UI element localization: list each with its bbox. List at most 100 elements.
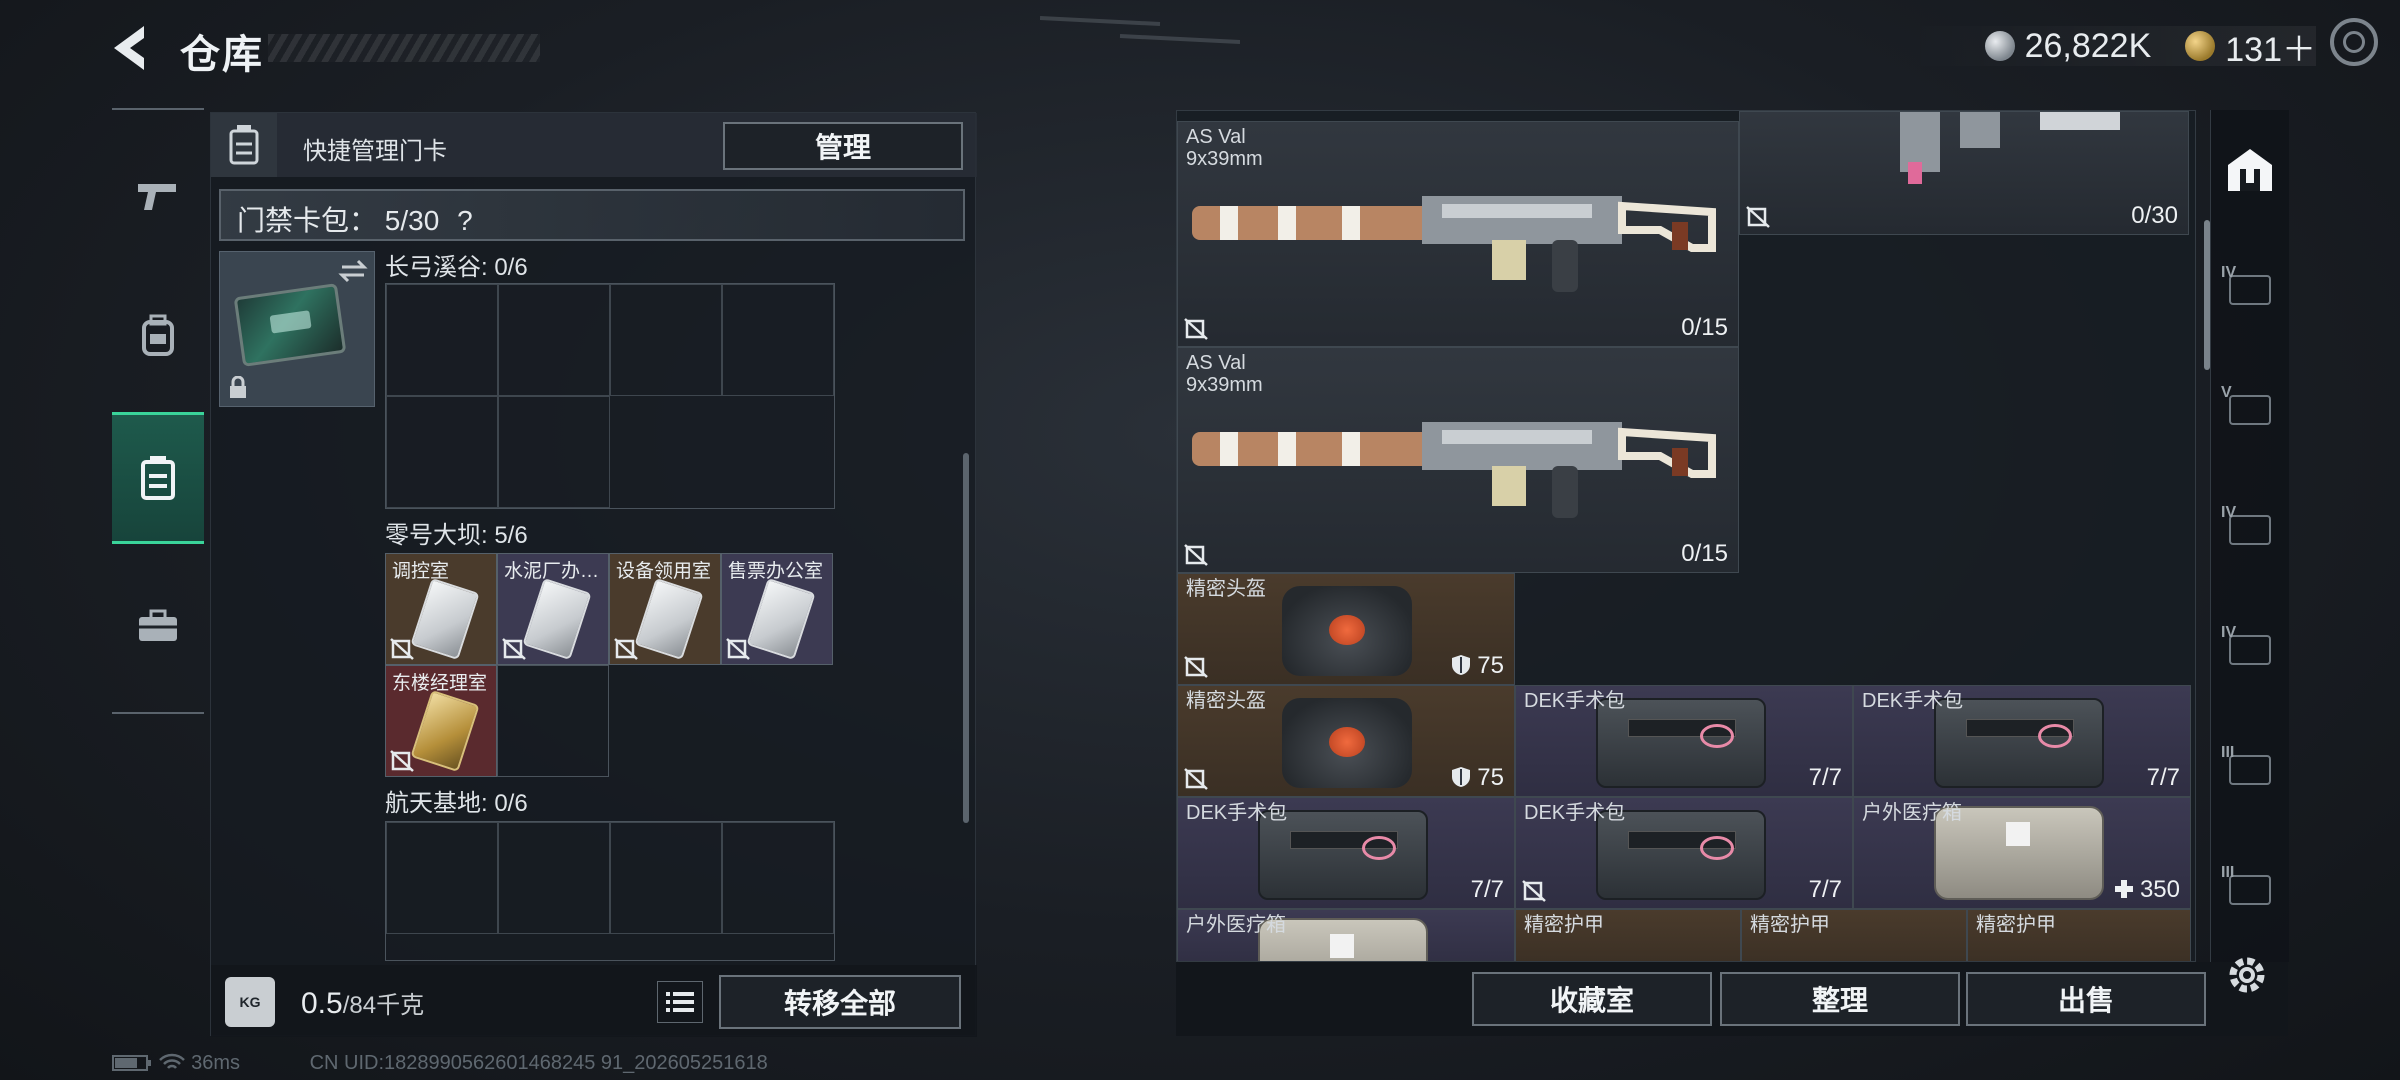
tier-label: IV [2221,264,2237,281]
item-name: 户外医疗箱 [1862,802,1962,824]
swap-icon[interactable] [338,258,368,284]
empty-cell[interactable] [610,284,722,396]
tab-storage-ext[interactable]: IV [2211,240,2289,340]
storage-box-icon [2229,395,2271,425]
manage-button[interactable]: 管理 [723,122,963,170]
title-decoration [268,34,540,62]
tab-storage-ext[interactable]: III [2211,840,2289,940]
no-sell-icon [390,750,414,772]
item-uses: 7/7 [1470,876,1504,903]
as-val-rifle-image [1192,196,1716,292]
toolbox-icon [139,609,177,641]
keycard-holder-icon [229,125,259,165]
tab-equipment[interactable] [112,270,204,402]
inventory-item-dek-surgery-kit[interactable]: DEK手术包 7/7 [1515,797,1853,909]
silver-amount: 26,822K [2024,26,2152,65]
keycard-image [233,283,347,367]
sell-button[interactable]: 出售 [1966,972,2206,1026]
keycard-scrollbar[interactable] [963,453,969,823]
keycard-tile[interactable]: 售票办公室 [721,553,833,665]
silver-coin-icon [1984,31,2015,61]
gear-icon[interactable] [2222,950,2272,1000]
tier-label: V [2221,384,2232,401]
inventory-item-weapon-partial[interactable]: 0/30 [1739,111,2189,235]
currency-bar: 26,822K 131＋ [1904,26,2316,69]
back-button[interactable] [108,22,156,74]
inventory-grid: AS Val 9x39mm 0/15 0/30 AS Val 9x39mm 0/… [1176,110,2196,962]
tier-label: III [2221,864,2235,881]
inventory-item-dek-surgery-kit[interactable]: DEK手术包 7/7 [1853,685,2191,797]
empty-cell[interactable] [722,284,834,396]
wifi-icon [158,1053,185,1069]
inventory-footer: 收藏室 整理 出售 [1176,962,2288,1036]
quick-manage-label: 快捷管理门卡 [303,138,447,165]
keycard-tile[interactable]: 水泥厂办… [497,553,609,665]
weight-capacity: /84千克 [342,992,425,1019]
keycard-tile[interactable]: 设备领用室 [609,553,721,665]
no-sell-icon [502,638,526,660]
cardpack-help[interactable]: ? [457,205,473,236]
inventory-item-armor[interactable]: 精密护甲 [1515,909,1741,961]
cardpack-bar[interactable]: 门禁卡包： 5/30 ? [219,189,965,241]
sort-button[interactable]: 整理 [1720,972,1960,1026]
tab-storage-ext[interactable]: IV [2211,480,2289,580]
settings-ring-icon[interactable] [2330,18,2378,66]
inventory-item-dek-surgery-kit[interactable]: DEK手术包 7/7 [1515,685,1853,797]
keycard-image [634,577,704,661]
empty-cell[interactable] [498,284,610,396]
keycard-label: 设备领用室 [616,561,712,582]
tab-storage-ext[interactable]: V [2211,360,2289,460]
zone-label-aerospace: 航天基地: 0/6 [385,790,528,817]
inventory-item-armor[interactable]: 精密护甲 [1741,909,1967,961]
empty-cell[interactable] [497,665,609,777]
item-uses: 7/7 [1808,764,1842,791]
uid-readout: CN UID:1828990562601468245 91_2026052516… [309,1052,768,1074]
empty-cell[interactable] [386,396,498,508]
weight-icon: KG [225,977,275,1027]
shield-icon [1451,767,1470,787]
tier-label: III [2221,744,2235,761]
keycard-image [410,577,480,661]
empty-cell[interactable] [610,822,722,934]
list-view-button[interactable] [657,981,703,1023]
plus-icon [2115,880,2134,898]
empty-cell[interactable] [498,822,610,934]
empty-cell[interactable] [386,284,498,396]
empty-cell[interactable] [498,396,610,508]
item-name: 精密护甲 [1976,914,2056,936]
no-sell-icon [1184,768,1208,790]
back-arrow-icon [114,26,144,70]
item-durability: 75 [1451,652,1504,680]
keycard-tile[interactable]: 东楼经理室 [385,665,497,777]
durability-value: 75 [1477,652,1504,679]
empty-cell[interactable] [386,822,498,934]
transfer-all-button[interactable]: 转移全部 [719,975,961,1029]
inventory-item-dek-surgery-kit[interactable]: DEK手术包 7/7 [1177,797,1515,909]
quick-manage-header: 快捷管理门卡 管理 [211,113,977,177]
inventory-item-helmet[interactable]: 精密头盔 75 [1177,685,1515,797]
tab-weapons[interactable] [112,130,204,262]
inventory-item-outdoor-medkit[interactable]: 户外医疗箱 350 [1853,797,2191,909]
inventory-item-as-val[interactable]: AS Val 9x39mm 0/15 [1177,347,1739,573]
inventory-item-armor[interactable]: 精密护甲 [1967,909,2191,961]
left-category-tabs [112,108,204,714]
helmet-image [1282,698,1412,788]
tab-storage-ext[interactable]: IV [2211,600,2289,700]
lock-icon [230,376,246,398]
inventory-item-as-val[interactable]: AS Val 9x39mm 0/15 [1177,121,1739,347]
home-base-icon [2228,149,2272,191]
tab-storage-ext[interactable]: III [2211,720,2289,820]
no-sell-icon [1746,206,1770,228]
pistol-icon [138,184,176,210]
equipped-keycard-slot[interactable] [219,251,375,407]
tab-keycards[interactable] [112,412,204,544]
inventory-item-helmet[interactable]: 精密头盔 75 [1177,573,1515,685]
collection-room-button[interactable]: 收藏室 [1472,972,1712,1026]
tab-main-storage[interactable] [2211,120,2289,220]
inventory-item-outdoor-medkit[interactable]: 户外医疗箱 [1177,909,1515,961]
keycard-tile[interactable]: 调控室 [385,553,497,665]
gold-amount[interactable]: 131＋ [2225,22,2316,71]
empty-cell[interactable] [722,822,834,934]
item-ammo-count: 0/15 [1681,540,1728,567]
tab-tools[interactable] [112,560,204,692]
